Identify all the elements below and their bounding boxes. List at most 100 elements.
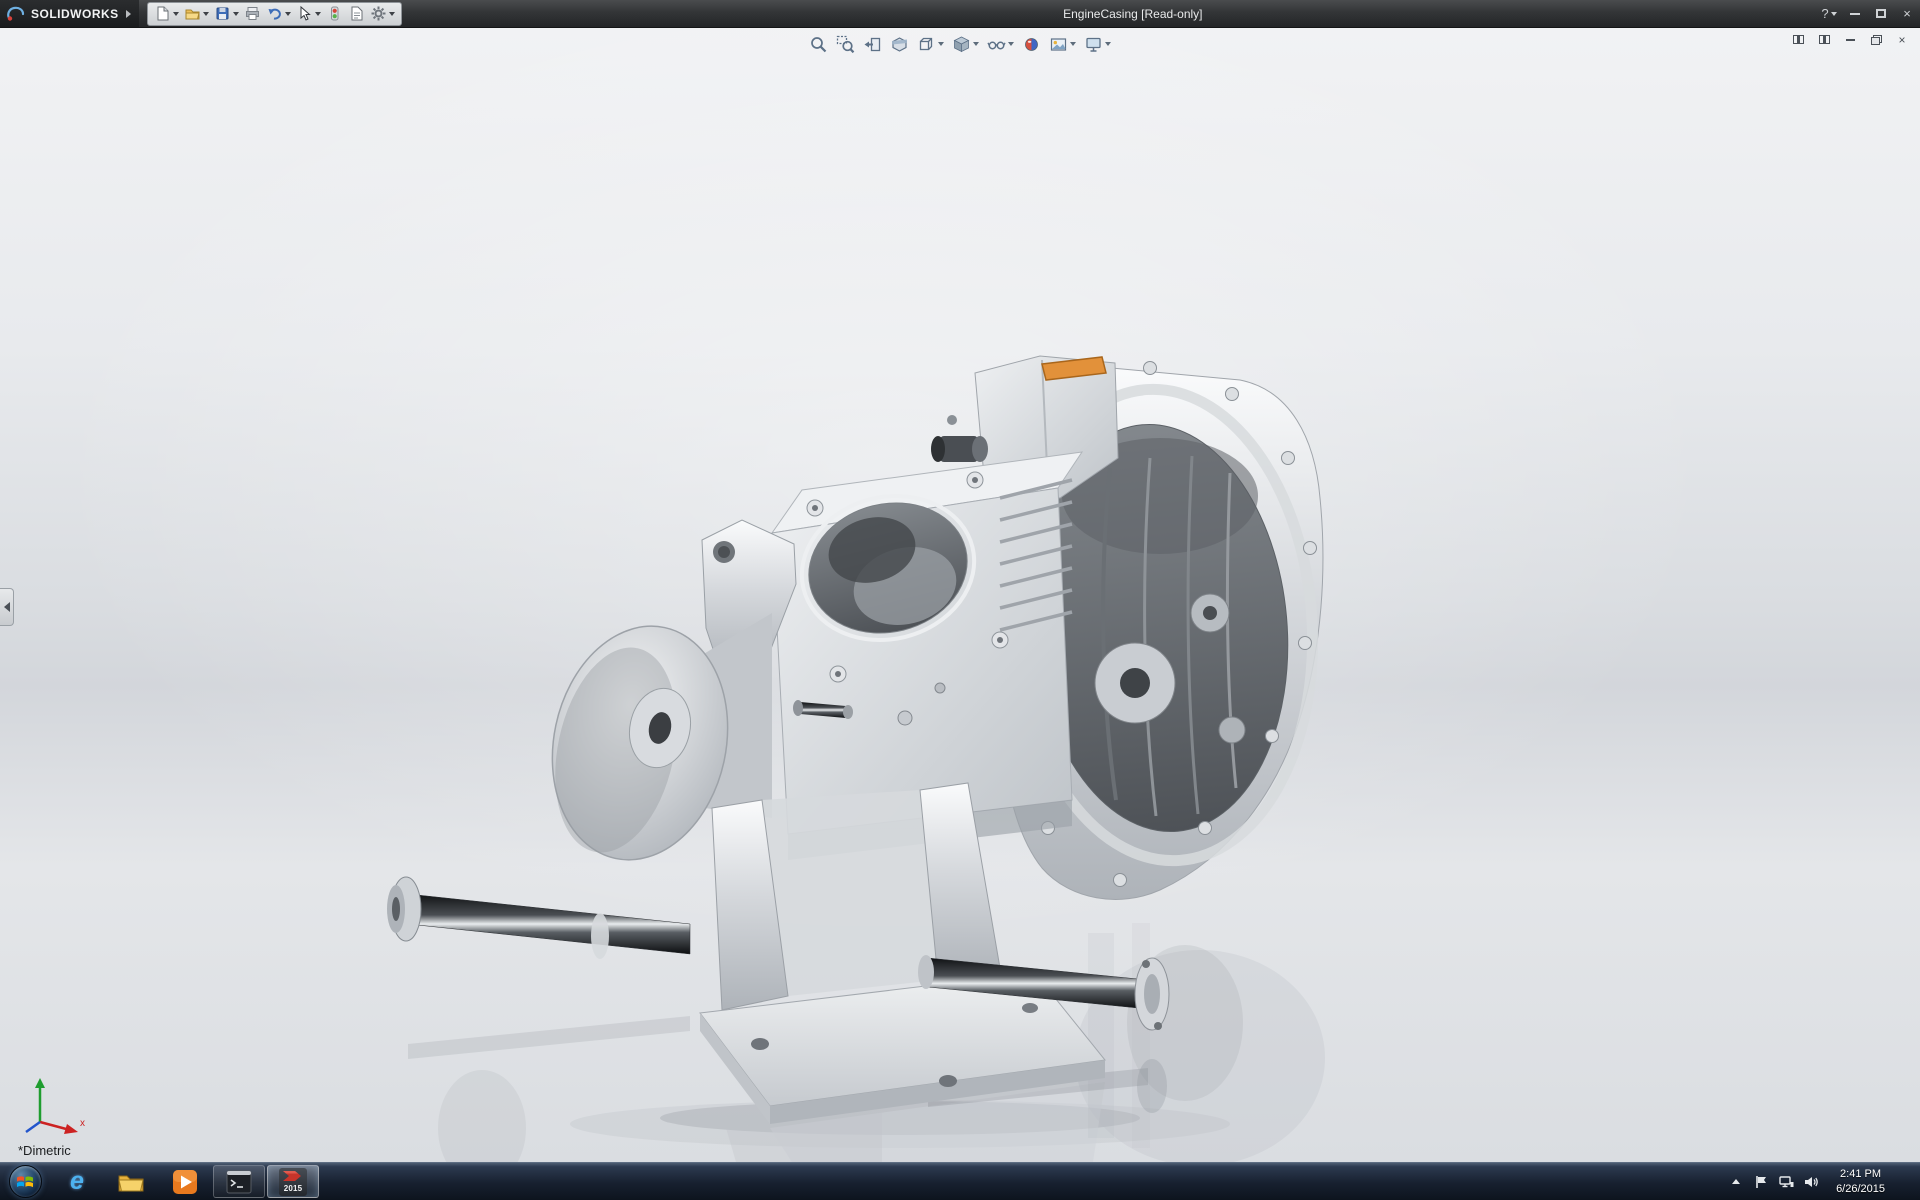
clock-date: 6/26/2015 — [1836, 1182, 1885, 1197]
view-orientation-dropdown[interactable] — [938, 42, 944, 46]
document-window-controls: × — [1788, 31, 1912, 48]
edit-appearance-button[interactable] — [1020, 33, 1043, 55]
doc-minimize-icon — [1846, 39, 1855, 41]
app-menu[interactable]: SOLIDWORKS — [0, 0, 139, 27]
command-prompt-icon — [226, 1170, 252, 1194]
window-title: EngineCasing [Read-only] — [1063, 7, 1202, 21]
case-bolt — [898, 711, 912, 725]
start-button[interactable] — [0, 1163, 50, 1200]
view-orientation-label: *Dimetric — [18, 1143, 71, 1158]
save-icon — [214, 5, 231, 22]
new-document-icon — [154, 5, 171, 22]
rebuild-button[interactable] — [324, 4, 345, 24]
solidworks-arrow-icon — [281, 1168, 305, 1183]
minimize-button[interactable] — [1842, 0, 1868, 27]
print-icon — [244, 5, 261, 22]
network-icon — [1779, 1175, 1794, 1189]
coordinate-triad: x — [18, 1074, 88, 1138]
brand-text: SOLIDWORKS — [31, 7, 119, 21]
doc-restore-button[interactable] — [1866, 31, 1886, 48]
file-properties-button[interactable] — [346, 4, 367, 24]
save-button[interactable] — [212, 4, 241, 24]
taskbar-solidworks-2015[interactable]: 2015 — [267, 1165, 319, 1198]
open-document-button[interactable] — [182, 4, 211, 24]
options-button[interactable] — [368, 4, 397, 24]
select-dropdown[interactable] — [315, 12, 321, 16]
left-pane-icon — [1793, 35, 1804, 44]
open-document-dropdown[interactable] — [203, 12, 209, 16]
zoom-to-fit-icon — [809, 35, 828, 54]
maximize-button[interactable] — [1868, 0, 1894, 27]
apply-scene-dropdown[interactable] — [1070, 42, 1076, 46]
previous-view-button[interactable] — [861, 33, 884, 55]
hidden-icons-arrow-icon — [1732, 1179, 1740, 1184]
solidworks-version-badge: 2015 — [284, 1184, 303, 1193]
zoom-to-area-button[interactable] — [834, 33, 857, 55]
taskbar-internet-explorer[interactable]: e — [51, 1165, 103, 1198]
viewport-canvas[interactable]: × x *Dimetric — [0, 28, 1920, 1162]
clock-time: 2:41 PM — [1840, 1167, 1881, 1182]
action-center-button[interactable] — [1753, 1163, 1769, 1200]
display-style-dropdown[interactable] — [973, 42, 979, 46]
undo-button[interactable] — [264, 4, 293, 24]
hidden-icons-button[interactable] — [1728, 1163, 1744, 1200]
options-dropdown[interactable] — [389, 12, 395, 16]
taskbar-command-prompt[interactable] — [213, 1165, 265, 1198]
undo-icon — [266, 5, 283, 22]
hide-show-items-dropdown[interactable] — [1008, 42, 1014, 46]
feature-manager-splitter[interactable] — [0, 588, 14, 626]
previous-view-icon — [863, 35, 882, 54]
system-tray: 2:41 PM 6/26/2015 — [1728, 1163, 1920, 1200]
edit-appearance-ball-icon — [1022, 35, 1041, 54]
open-document-icon — [184, 5, 201, 22]
start-orb-icon — [9, 1165, 42, 1198]
minimize-icon — [1850, 13, 1860, 15]
doc-minimize-button[interactable] — [1840, 31, 1860, 48]
taskbar-clock[interactable]: 2:41 PM 6/26/2015 — [1828, 1167, 1893, 1197]
file-properties-icon — [348, 5, 365, 22]
section-view-icon — [890, 35, 909, 54]
volume-button[interactable] — [1803, 1163, 1819, 1200]
save-dropdown[interactable] — [233, 12, 239, 16]
taskbar-media-player[interactable] — [159, 1165, 211, 1198]
undo-dropdown[interactable] — [285, 12, 291, 16]
doc-close-button[interactable]: × — [1892, 31, 1912, 48]
view-settings-dropdown[interactable] — [1105, 42, 1111, 46]
select-button[interactable] — [294, 4, 323, 24]
menu-expand-icon[interactable] — [126, 10, 131, 18]
toggle-right-pane-button[interactable] — [1814, 31, 1834, 48]
action-center-flag-icon — [1754, 1175, 1768, 1189]
case-bolt — [935, 683, 945, 693]
doc-close-icon: × — [1898, 33, 1905, 47]
hide-show-items-glasses-icon — [987, 35, 1006, 54]
new-document-dropdown[interactable] — [173, 12, 179, 16]
maximize-icon — [1876, 9, 1886, 18]
hide-show-items-button[interactable] — [985, 33, 1016, 55]
zoom-to-fit-button[interactable] — [807, 33, 830, 55]
options-gear-icon — [370, 5, 387, 22]
window-controls: ? × — [1816, 0, 1920, 27]
section-view-button[interactable] — [888, 33, 911, 55]
taskbar-windows-explorer[interactable] — [105, 1165, 157, 1198]
view-settings-button[interactable] — [1082, 33, 1113, 55]
help-button[interactable]: ? — [1816, 0, 1842, 27]
network-button[interactable] — [1778, 1163, 1794, 1200]
titlebar: SOLIDWORKS — [0, 0, 1920, 28]
apply-scene-button[interactable] — [1047, 33, 1078, 55]
right-pane-icon — [1819, 35, 1830, 44]
close-button[interactable]: × — [1894, 0, 1920, 27]
quick-access-toolbar — [147, 2, 402, 26]
select-cursor-icon — [296, 5, 313, 22]
display-style-icon — [952, 35, 971, 54]
new-document-button[interactable] — [152, 4, 181, 24]
folder-icon — [117, 1170, 145, 1194]
help-dropdown[interactable] — [1831, 12, 1837, 16]
engine-casing-model[interactable] — [0, 28, 1920, 1162]
close-icon: × — [1903, 6, 1911, 21]
view-orientation-button[interactable] — [915, 33, 946, 55]
rebuild-icon — [326, 5, 343, 22]
display-style-button[interactable] — [950, 33, 981, 55]
toggle-left-pane-button[interactable] — [1788, 31, 1808, 48]
left-shaft[interactable] — [387, 877, 690, 959]
print-button[interactable] — [242, 4, 263, 24]
